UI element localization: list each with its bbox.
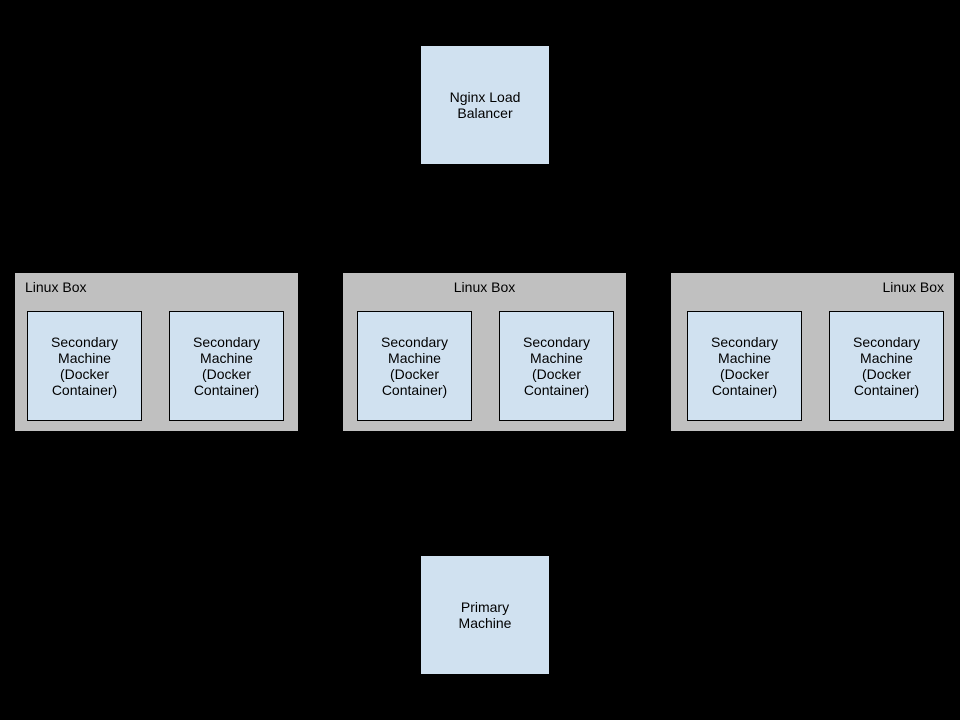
secondary-box-1-2: Secondary Machine (Docker Container) [169,311,284,421]
linux-box-1-label: Linux Box [25,279,86,295]
linux-box-2-label: Linux Box [454,279,515,295]
linux-box-3: Linux Box Secondary Machine (Docker Cont… [670,272,955,432]
primary-machine-box: Primary Machine [420,555,550,675]
secondary-box-3-2: Secondary Machine (Docker Container) [829,311,944,421]
secondary-box-3-1: Secondary Machine (Docker Container) [687,311,802,421]
secondary-label: Secondary Machine (Docker Container) [853,334,920,398]
secondary-box-2-2: Secondary Machine (Docker Container) [499,311,614,421]
linux-box-1: Linux Box Secondary Machine (Docker Cont… [14,272,299,432]
secondary-label: Secondary Machine (Docker Container) [381,334,448,398]
secondary-box-1-1: Secondary Machine (Docker Container) [27,311,142,421]
secondary-label: Secondary Machine (Docker Container) [523,334,590,398]
nginx-load-balancer-box: Nginx Load Balancer [420,45,550,165]
secondary-label: Secondary Machine (Docker Container) [51,334,118,398]
secondary-box-2-1: Secondary Machine (Docker Container) [357,311,472,421]
nginx-label: Nginx Load Balancer [450,89,521,121]
secondary-label: Secondary Machine (Docker Container) [711,334,778,398]
linux-box-3-label: Linux Box [883,279,944,295]
linux-box-2: Linux Box Secondary Machine (Docker Cont… [342,272,627,432]
primary-label: Primary Machine [459,599,512,631]
secondary-label: Secondary Machine (Docker Container) [193,334,260,398]
